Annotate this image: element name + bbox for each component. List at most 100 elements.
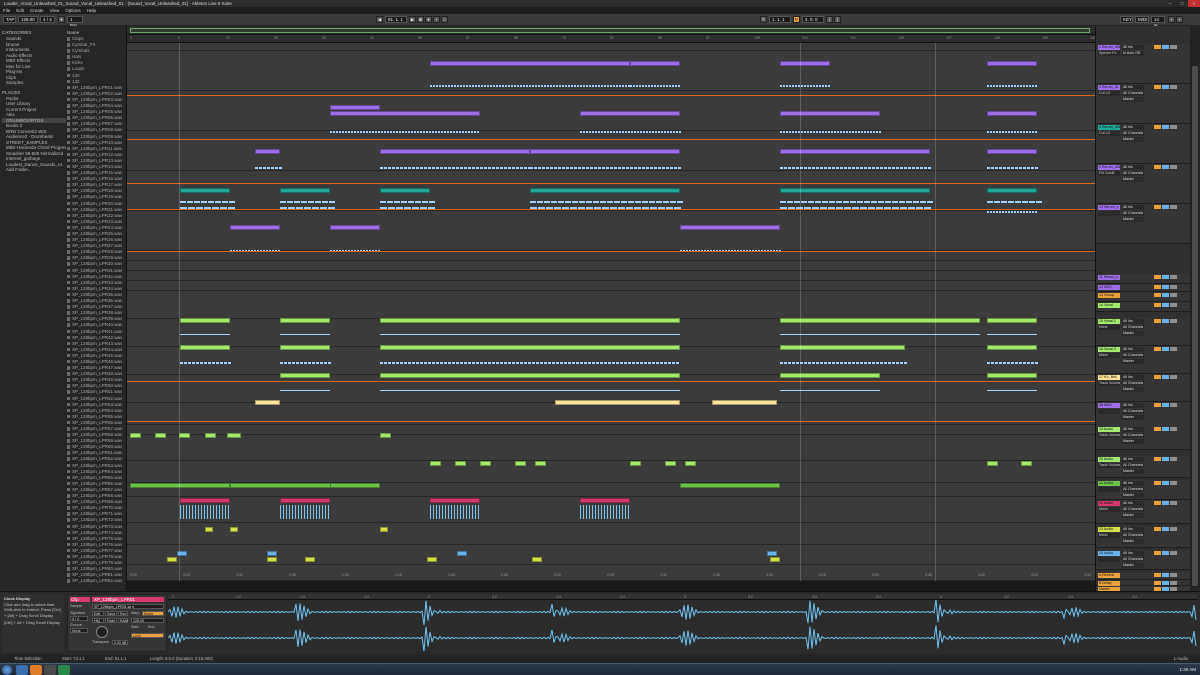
audio-clip[interactable] xyxy=(780,345,905,350)
taskbar-browser-icon[interactable] xyxy=(30,665,42,675)
audio-clip[interactable] xyxy=(130,433,141,438)
audio-clip[interactable] xyxy=(780,318,980,323)
mixer-track-row[interactable]: 16 Vocal 3 Mixer All Ins All Channels Master xyxy=(1096,346,1191,374)
track-activator-button[interactable] xyxy=(1154,205,1161,209)
input-channel[interactable]: All Channels xyxy=(1122,91,1144,96)
track-name[interactable]: 23 Audio xyxy=(1098,527,1120,532)
track-name[interactable]: 20 Audio xyxy=(1098,457,1120,462)
output-type[interactable]: Master xyxy=(1122,469,1144,474)
track-activator-button[interactable] xyxy=(1154,581,1161,585)
input-type[interactable]: All Ins xyxy=(1122,403,1144,408)
key-map-button[interactable]: KEY xyxy=(1120,16,1133,23)
mixer-track-row[interactable]: 4 Serum_x64 Cut LO All Ins All Channels Mast… xyxy=(1096,124,1191,164)
solo-button[interactable] xyxy=(1162,501,1169,505)
midi-clip[interactable] xyxy=(180,188,230,193)
mixer-track-row[interactable]: 12 MIDI xyxy=(1096,284,1191,292)
track-lane[interactable] xyxy=(127,319,1095,347)
track-activator-button[interactable] xyxy=(1154,403,1161,407)
metronome-icon[interactable]: ● xyxy=(58,16,65,23)
punch-out-icon[interactable]: ] xyxy=(834,16,841,23)
track-name[interactable]: 11 Serum_x xyxy=(1098,275,1120,280)
midi-clip[interactable] xyxy=(580,111,680,116)
track-activator-button[interactable] xyxy=(1154,481,1161,485)
transpose-knob[interactable] xyxy=(96,626,108,638)
solo-button[interactable] xyxy=(1162,275,1169,279)
audio-clip[interactable] xyxy=(180,318,230,323)
input-type[interactable]: All Ins xyxy=(1122,319,1144,324)
audio-clip[interactable] xyxy=(280,318,330,323)
audio-clip[interactable] xyxy=(255,400,280,405)
mixer-track-row[interactable]: 3 Serum_x6 Cut LO All Ins All Channels Maste… xyxy=(1096,84,1191,124)
audio-clip[interactable] xyxy=(227,433,241,438)
mixer-track-row[interactable]: 19 Audio Track Volume All Ins All Channels M… xyxy=(1096,426,1191,450)
solo-button[interactable] xyxy=(1162,427,1169,431)
groove-field[interactable]: None xyxy=(70,628,88,633)
midi-clip[interactable] xyxy=(330,105,380,110)
ram-button[interactable]: RAM xyxy=(118,618,128,623)
audio-clip[interactable] xyxy=(167,557,177,562)
output-type[interactable]: Master xyxy=(1122,331,1144,336)
place-item[interactable]: Add Folder... xyxy=(2,167,66,173)
track-lane[interactable] xyxy=(127,347,1095,375)
taskbar-explorer-icon[interactable] xyxy=(16,665,28,675)
arm-button[interactable] xyxy=(1170,581,1177,585)
overview-strip[interactable] xyxy=(130,28,1090,33)
midi-clip[interactable] xyxy=(780,61,830,66)
track-activator-button[interactable] xyxy=(1154,45,1161,49)
input-channel[interactable]: All Channels xyxy=(1122,171,1144,176)
audio-clip[interactable] xyxy=(305,557,315,562)
audio-clip[interactable] xyxy=(430,498,480,503)
midi-clip[interactable] xyxy=(987,111,1037,116)
track-lane[interactable] xyxy=(127,211,1095,251)
input-type[interactable]: All Ins xyxy=(1122,205,1144,210)
track-name[interactable]: 12 MIDI xyxy=(1098,285,1120,290)
track-activator-button[interactable] xyxy=(1154,165,1161,169)
track-lane[interactable] xyxy=(127,291,1095,319)
minimize-button[interactable]: – xyxy=(1164,0,1176,7)
track-activator-button[interactable] xyxy=(1154,125,1161,129)
audio-clip[interactable] xyxy=(380,373,680,378)
solo-button[interactable] xyxy=(1162,573,1169,577)
solo-button[interactable] xyxy=(1162,303,1169,307)
midi-clip[interactable] xyxy=(680,225,780,230)
loop-length-field[interactable]: 4. 0. 0 xyxy=(802,16,824,23)
track-name[interactable]: 21 Audio xyxy=(1098,481,1120,486)
arm-button[interactable] xyxy=(1170,573,1177,577)
solo-button[interactable] xyxy=(1162,457,1169,461)
solo-button[interactable] xyxy=(1162,403,1169,407)
midi-clip[interactable] xyxy=(380,188,430,193)
audio-clip[interactable] xyxy=(280,373,330,378)
audio-clip[interactable] xyxy=(767,551,777,556)
arm-button[interactable] xyxy=(1170,375,1177,379)
audio-clip[interactable] xyxy=(770,557,780,562)
automation-line[interactable] xyxy=(127,251,1095,252)
output-type[interactable]: Master xyxy=(1122,387,1144,392)
sample-file-field[interactable]: XP_128bpm_LPR01.wav xyxy=(92,604,164,609)
audio-clip[interactable] xyxy=(987,461,998,466)
start-button-icon[interactable] xyxy=(2,665,12,675)
track-lane[interactable] xyxy=(127,271,1095,281)
input-type[interactable]: All Ins xyxy=(1122,457,1144,462)
track-activator-button[interactable] xyxy=(1154,501,1161,505)
input-channel[interactable]: All Channels xyxy=(1122,507,1144,512)
midi-clip[interactable] xyxy=(780,149,930,154)
input-channel[interactable]: All Channels xyxy=(1122,131,1144,136)
track-lane[interactable] xyxy=(127,375,1095,403)
audio-clip[interactable] xyxy=(780,373,880,378)
arm-button[interactable] xyxy=(1170,501,1177,505)
track-activator-button[interactable] xyxy=(1154,347,1161,351)
mixer-track-row[interactable]: 21 Audio All Ins All Channels Master xyxy=(1096,480,1191,500)
arm-button[interactable] xyxy=(1170,293,1177,297)
menu-file[interactable]: File xyxy=(3,7,10,14)
audio-clip[interactable] xyxy=(180,498,230,503)
mixer-track-row[interactable]: 5 Serum_x64 Filt Cutoff All Ins All Channel… xyxy=(1096,164,1191,204)
automation-line[interactable] xyxy=(127,421,1095,422)
track-name[interactable]: 5 Serum_x64 xyxy=(1098,165,1120,170)
solo-button[interactable] xyxy=(1162,125,1169,129)
track-activator-button[interactable] xyxy=(1154,85,1161,89)
output-type[interactable]: Master xyxy=(1122,359,1144,364)
overdub-icon[interactable]: + xyxy=(433,16,440,23)
beat-time-ruler[interactable]: 1 9 17 25 33 41 49 57 65 73 81 89 97 105 113 121 129 137 1… xyxy=(127,35,1096,43)
arm-button[interactable] xyxy=(1170,481,1177,485)
solo-button[interactable] xyxy=(1162,481,1169,485)
